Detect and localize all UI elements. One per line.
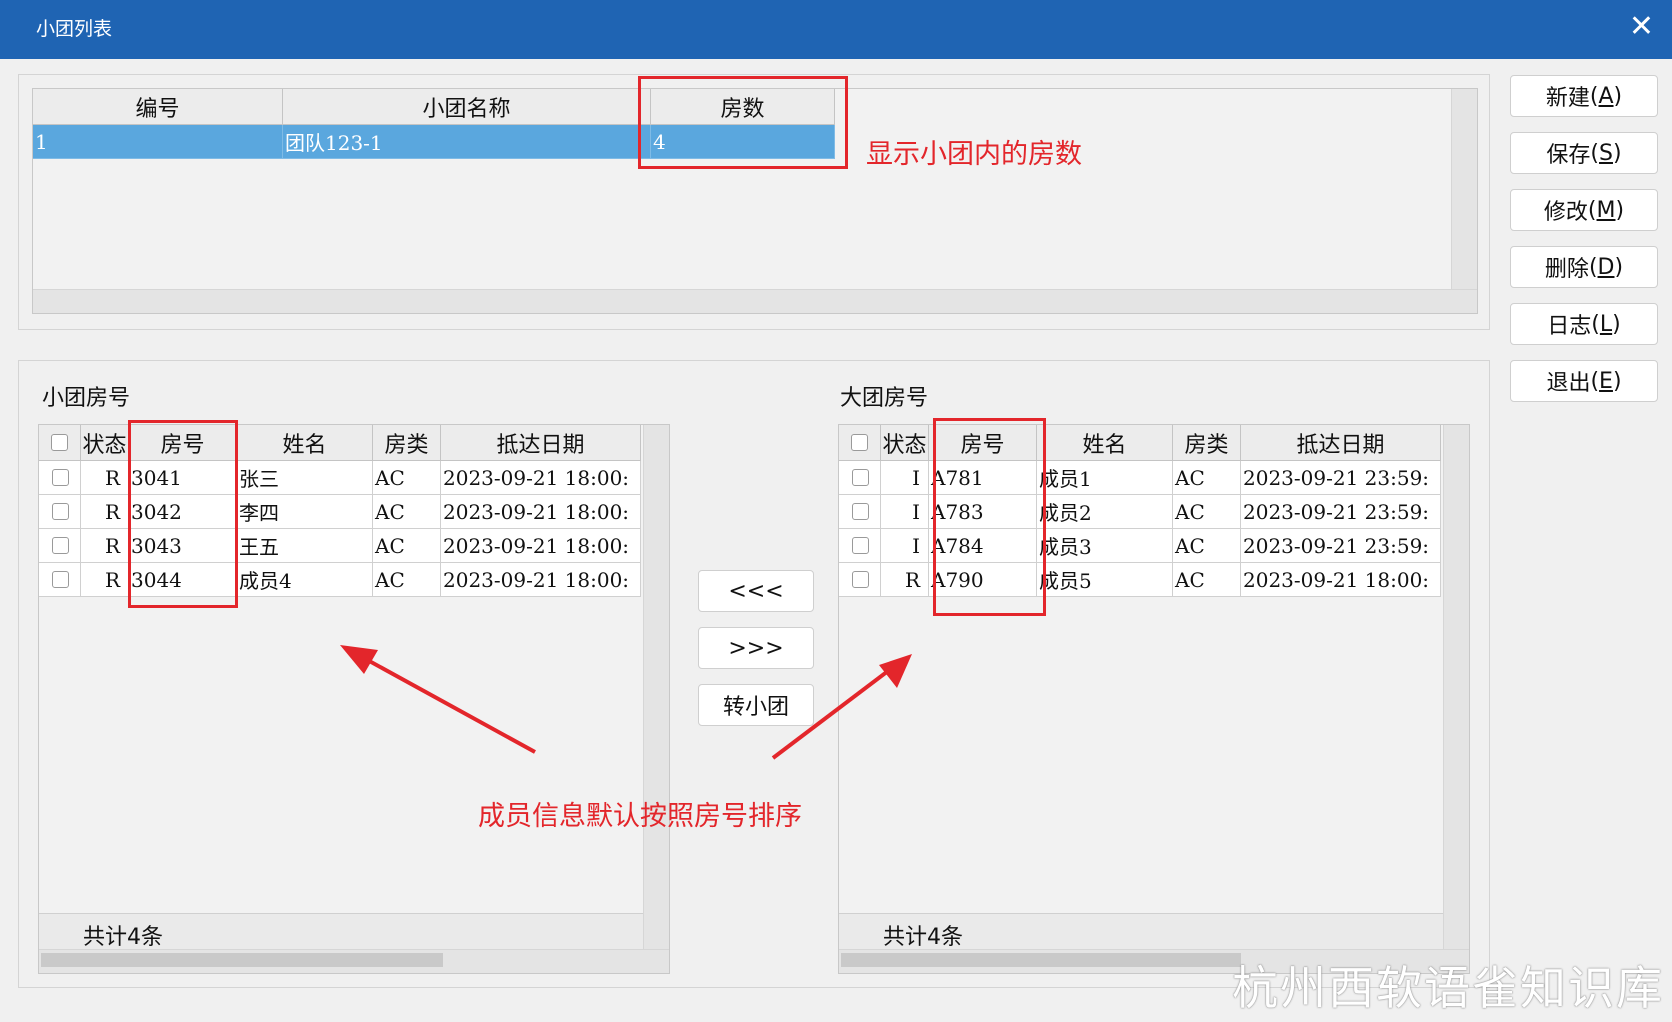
- watermark: 杭州西软语雀知识库: [1232, 961, 1664, 1015]
- arrow-right: [771, 654, 912, 760]
- arrow-left: [340, 645, 536, 754]
- annotation-arrows: [340, 645, 912, 760]
